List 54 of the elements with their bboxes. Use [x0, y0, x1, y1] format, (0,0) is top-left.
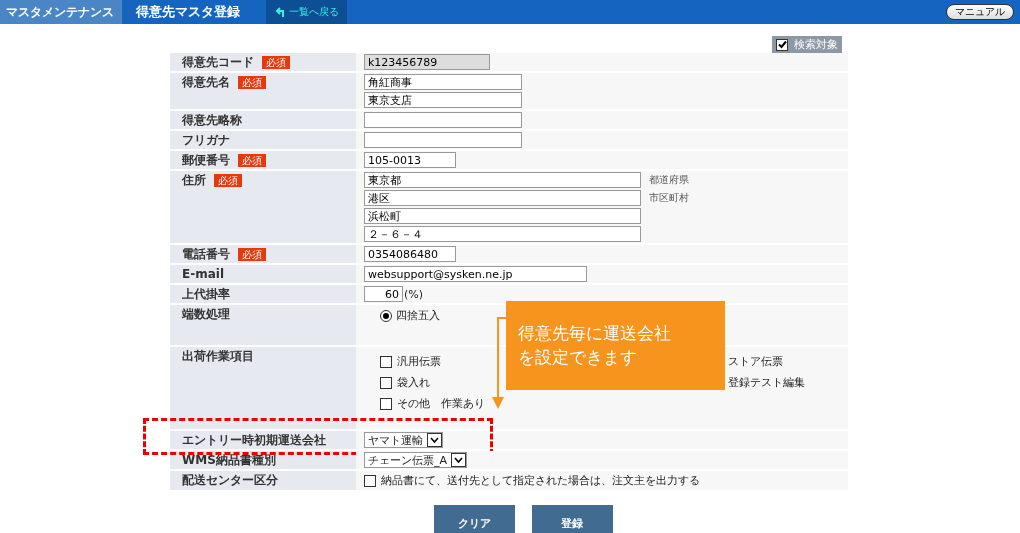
section-title: マスタメンテナンス — [0, 0, 122, 24]
text-field[interactable]: k123456789 — [364, 54, 490, 70]
checkbox-option[interactable]: 袋入れ — [380, 375, 430, 391]
field-label: WMS納品書種別 — [182, 452, 276, 468]
chevron-down-icon — [454, 457, 464, 463]
field-label: 住所 — [182, 172, 206, 188]
back-arrow-icon — [274, 6, 286, 18]
required-badge: 必須 — [262, 56, 290, 69]
text-field[interactable]: 東京支店 — [364, 92, 522, 108]
form-button[interactable]: 登録 — [531, 505, 613, 533]
text-field[interactable]: 0354086480 — [364, 246, 456, 262]
text-field[interactable] — [364, 132, 522, 148]
address-field[interactable]: 浜松町 — [364, 208, 641, 224]
text-field[interactable]: websupport@sysken.ne.jp — [364, 266, 587, 282]
address-field[interactable]: ２－６－４ — [364, 226, 641, 242]
required-badge: 必須 — [238, 154, 266, 167]
back-link[interactable]: 一覧へ戻る — [266, 0, 347, 24]
field-label: 上代掛率 — [182, 286, 230, 302]
field-label: 出荷作業項目 — [182, 348, 254, 364]
unit-label: (%) — [404, 287, 424, 301]
chevron-down-icon — [430, 437, 439, 443]
address-field[interactable]: 港区 — [364, 190, 641, 206]
text-field[interactable] — [364, 112, 522, 128]
field-label: 得意先略称 — [182, 112, 242, 128]
required-badge: 必須 — [238, 76, 266, 89]
text-field[interactable]: 105-0013 — [364, 152, 456, 168]
address-field[interactable]: 東京都 — [364, 172, 641, 188]
field-label: 端数処理 — [182, 306, 230, 322]
callout-note: 得意先毎に運送会社 を設定できます — [506, 301, 725, 390]
radio-option[interactable]: 四捨五入 — [380, 308, 440, 324]
form-button[interactable]: クリア — [433, 505, 515, 533]
field-label: フリガナ — [182, 132, 230, 148]
checkbox-label: 登録テスト編集 — [728, 375, 805, 391]
checkbox-label: ストア伝票 — [728, 354, 784, 370]
required-badge: 必須 — [214, 174, 242, 187]
checkbox-option[interactable]: 汎用伝票 — [380, 354, 441, 370]
field-note: 市区町村 — [649, 191, 689, 205]
checkbox-option[interactable]: その他 作業あり — [380, 396, 485, 412]
check-icon — [777, 40, 787, 49]
field-note: 都道府県 — [649, 173, 689, 187]
required-badge: 必須 — [238, 248, 266, 261]
dropdown[interactable]: ヤマト運輸 — [364, 432, 443, 448]
field-label: E-mail — [182, 266, 224, 282]
field-label: 郵便番号 — [182, 152, 230, 168]
field-label: 得意先コード — [182, 54, 254, 70]
text-field[interactable]: 角紅商事 — [364, 74, 522, 90]
field-label: 得意先名 — [182, 74, 230, 90]
rate-field[interactable]: 60 — [364, 286, 403, 302]
field-label: 配送センター区分 — [182, 472, 278, 488]
dropdown[interactable]: チェーン伝票_A — [364, 452, 468, 468]
manual-button[interactable]: マニュアル — [946, 4, 1014, 20]
field-label: エントリー時初期運送会社 — [182, 432, 326, 448]
field-label: 電話番号 — [182, 246, 230, 262]
page-title: 得意先マスタ登録 — [135, 3, 241, 21]
